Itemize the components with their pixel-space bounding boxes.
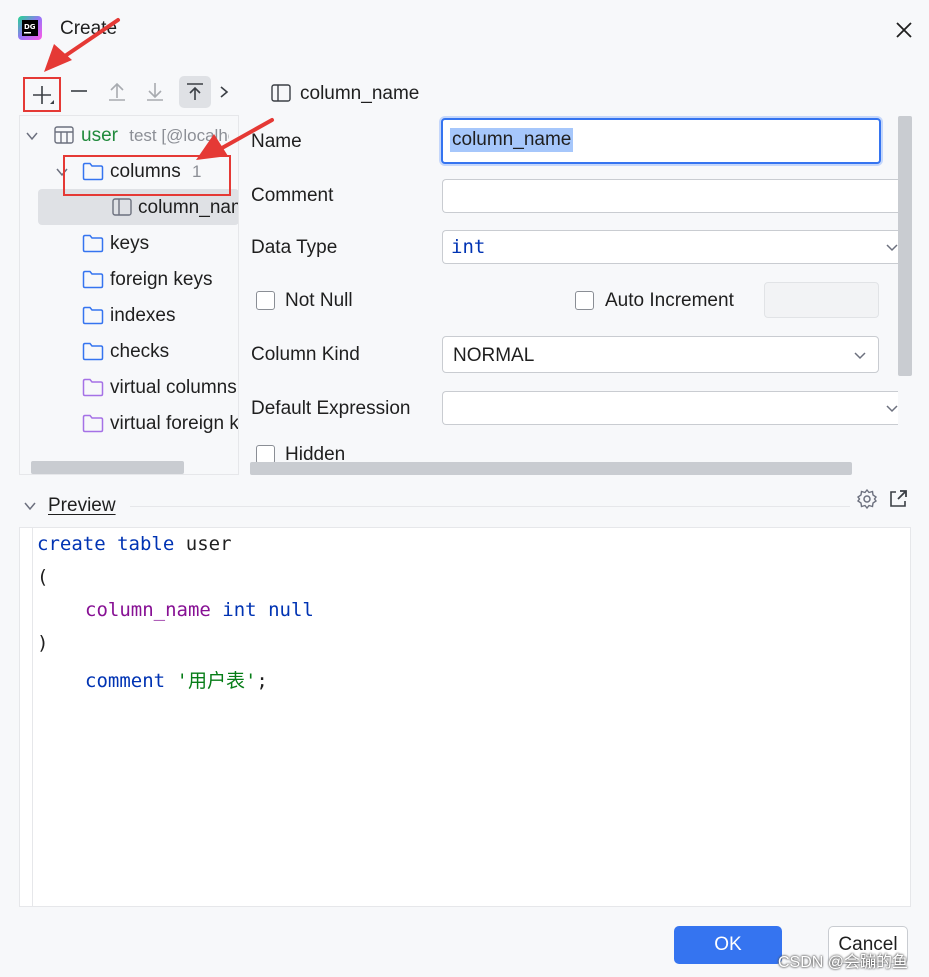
tree-item-foreign-keys[interactable]: foreign keys xyxy=(110,263,212,297)
chevron-down-icon xyxy=(886,244,898,252)
table-schema-label: test [@localhost] xyxy=(129,126,229,145)
tree-item-keys[interactable]: keys xyxy=(110,227,149,261)
columns-count-badge: 1 xyxy=(192,162,202,181)
editor-header-title: column_name xyxy=(300,83,420,104)
not-null-label: Not Null xyxy=(285,290,353,311)
plus-icon xyxy=(33,85,54,104)
code-token: user xyxy=(185,533,232,555)
add-button[interactable] xyxy=(23,77,61,112)
code-line-1: create table user xyxy=(37,533,232,555)
code-token: table xyxy=(117,533,175,555)
code-line-3: column_name int null xyxy=(85,599,314,621)
move-down-button[interactable] xyxy=(140,76,170,106)
virtual-folder-icon xyxy=(82,378,104,397)
arrow-to-top-icon xyxy=(187,83,203,100)
column-kind-label: Column Kind xyxy=(251,344,360,365)
move-up-button[interactable] xyxy=(102,76,132,106)
column-item-label: column_name xyxy=(138,197,238,218)
svg-text:DG: DG xyxy=(24,23,36,31)
not-null-checkbox[interactable] xyxy=(256,291,275,310)
preview-gutter xyxy=(32,528,33,906)
table-name-label: user xyxy=(81,125,118,146)
code-token: ; xyxy=(256,670,268,692)
name-label: Name xyxy=(251,131,302,152)
form-vertical-scrollbar[interactable] xyxy=(898,116,912,376)
hidden-row-clip: Hidden xyxy=(240,440,880,462)
chevron-down-icon xyxy=(854,352,866,360)
code-token: column_name xyxy=(85,599,211,621)
tree-item-columns[interactable]: columns 1 xyxy=(110,155,202,189)
chevron-down-icon xyxy=(886,405,898,413)
arrow-up-icon xyxy=(109,82,125,101)
folder-icon xyxy=(82,306,104,325)
tree-item-virtual-columns[interactable]: virtual columns xyxy=(110,371,238,405)
gear-icon[interactable] xyxy=(856,488,878,510)
column-icon xyxy=(112,198,132,216)
comment-label: Comment xyxy=(251,185,334,206)
auto-increment-checkbox[interactable] xyxy=(575,291,594,310)
code-token: comment xyxy=(85,670,166,692)
move-to-top-button[interactable] xyxy=(179,76,211,108)
code-token: int xyxy=(222,599,257,621)
hidden-label: Hidden xyxy=(285,444,346,462)
columns-folder-label: columns xyxy=(110,161,181,182)
form-horizontal-scrollbar[interactable] xyxy=(250,462,852,475)
data-type-label: Data Type xyxy=(251,237,338,258)
remove-button[interactable] xyxy=(64,76,94,106)
tree-item-table[interactable]: user test [@localhost] xyxy=(81,119,229,153)
watermark: CSDN @会蹦的鱼 xyxy=(778,954,909,971)
auto-increment-label: Auto Increment xyxy=(605,290,734,311)
window-title: Create xyxy=(60,18,118,39)
ok-button[interactable]: OK xyxy=(674,926,782,964)
datagrip-app-icon: DG xyxy=(18,16,42,40)
folder-icon xyxy=(82,342,104,361)
tree-item-checks[interactable]: checks xyxy=(110,335,169,369)
virtual-folder-icon xyxy=(82,414,104,433)
comment-input[interactable] xyxy=(442,179,898,213)
arrow-down-icon xyxy=(147,83,163,101)
sql-preview[interactable] xyxy=(19,527,911,907)
data-type-value: int xyxy=(451,236,486,258)
data-type-select[interactable]: int xyxy=(442,230,898,264)
chevron-down-icon[interactable] xyxy=(25,129,39,143)
default-expression-label: Default Expression xyxy=(251,398,411,419)
column-kind-select[interactable]: NORMAL xyxy=(442,336,879,373)
column-icon xyxy=(271,84,291,102)
hidden-checkbox[interactable] xyxy=(256,445,275,462)
tree-item-column[interactable]: column_name xyxy=(138,191,238,225)
open-in-new-window-icon[interactable] xyxy=(887,488,909,510)
chevron-right-icon[interactable] xyxy=(217,84,231,100)
tree-item-virtual-foreign-keys[interactable]: virtual foreign keys xyxy=(110,407,238,441)
name-input[interactable]: column_name xyxy=(441,118,881,164)
code-token: null xyxy=(268,599,314,621)
name-input-value: column_name xyxy=(450,128,574,152)
tree-item-indexes[interactable]: indexes xyxy=(110,299,176,333)
auto-increment-input[interactable] xyxy=(764,282,879,318)
folder-icon xyxy=(82,162,104,181)
minus-icon xyxy=(71,90,87,92)
code-line-4: ) xyxy=(37,632,49,654)
preview-divider xyxy=(130,506,850,507)
title-bar: DG Create xyxy=(0,0,929,62)
code-token: '用户表' xyxy=(176,670,257,692)
table-icon xyxy=(54,126,74,144)
code-line-5: comment '用户表'; xyxy=(85,666,268,693)
tree-horizontal-scrollbar[interactable] xyxy=(31,461,184,474)
code-line-2: ( xyxy=(37,566,49,588)
folder-icon xyxy=(82,270,104,289)
close-icon[interactable] xyxy=(892,18,916,42)
preview-title[interactable]: Preview xyxy=(48,495,116,517)
column-kind-value: NORMAL xyxy=(453,345,535,366)
folder-icon xyxy=(82,234,104,253)
chevron-down-icon[interactable] xyxy=(23,499,37,513)
code-token: create xyxy=(37,533,106,555)
default-expression-select[interactable] xyxy=(442,391,898,425)
